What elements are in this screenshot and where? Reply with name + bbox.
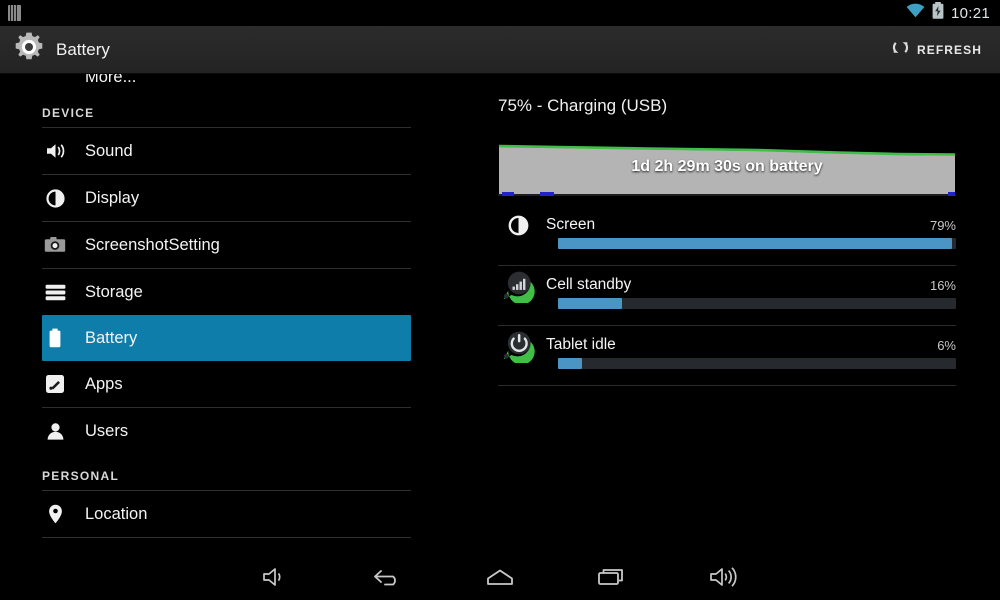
recents-icon[interactable]	[556, 554, 668, 600]
sidebar-item-battery[interactable]: Battery	[42, 315, 411, 361]
sdcard-icon	[8, 5, 21, 21]
tablet-screen: 10:21 Battery REFRESH More... DEVICE Sou…	[0, 0, 1000, 600]
battery-content-pane: 75% - Charging (USB) 1d 2h 29m 30s on ba…	[430, 74, 1000, 554]
divider	[498, 385, 956, 386]
sidebar-item-label: Location	[85, 504, 148, 523]
refresh-icon	[891, 38, 910, 62]
battery-usage-list: Screen 79% Cell standby 16% Tablet idle …	[498, 206, 956, 386]
settings-gear-icon	[12, 30, 46, 69]
usage-bar-fill	[558, 238, 953, 249]
sidebar-section-device: DEVICE	[42, 106, 95, 120]
usage-bar-track	[558, 298, 956, 309]
action-bar: Battery REFRESH	[0, 26, 1000, 74]
sidebar-section-personal: PERSONAL	[42, 469, 120, 483]
sidebar-item-apps[interactable]: Apps	[42, 361, 411, 407]
battery-charging-icon	[932, 2, 944, 24]
sidebar-item-label: Storage	[85, 282, 143, 301]
sidebar-item-label: More...	[85, 74, 137, 86]
usage-row-cell-standby[interactable]: Cell standby 16%	[498, 266, 956, 326]
usage-row-header: Tablet idle 6%	[498, 326, 956, 363]
storage-icon	[42, 284, 68, 301]
sidebar-item-label: Sound	[85, 141, 133, 160]
status-bar: 10:21	[0, 0, 1000, 26]
usage-percent: 6%	[937, 337, 956, 353]
refresh-label: REFRESH	[916, 42, 982, 57]
battery-status-text: 75% - Charging (USB)	[498, 96, 668, 115]
sidebar-item-partial-next[interactable]	[42, 538, 411, 554]
usage-name: Screen	[546, 216, 596, 233]
sidebar-item-more[interactable]: More...	[42, 74, 430, 91]
usage-bar-fill	[558, 298, 622, 309]
sidebar-item-location[interactable]: Location	[42, 491, 411, 537]
sidebar-item-sound[interactable]: Sound	[42, 128, 411, 174]
location-pin-icon	[42, 504, 68, 524]
usage-row-screen[interactable]: Screen 79%	[498, 206, 956, 266]
usage-name: Cell standby	[546, 276, 632, 293]
sidebar-item-label: ScreenshotSetting	[85, 235, 220, 254]
status-bar-right: 10:21	[906, 2, 1000, 24]
status-bar-left	[0, 5, 21, 21]
battery-icon	[42, 328, 68, 348]
usage-percent: 16%	[929, 277, 956, 293]
sidebar-item-screenshotsetting[interactable]: ScreenshotSetting	[42, 222, 411, 268]
settings-sidebar[interactable]: More... DEVICE Sound Display ScreenshotS…	[0, 74, 430, 554]
sidebar-item-label: Display	[85, 188, 140, 207]
display-contrast-icon	[42, 188, 68, 208]
home-icon[interactable]	[444, 554, 556, 600]
sound-icon	[42, 142, 68, 160]
refresh-button[interactable]: REFRESH	[885, 33, 988, 67]
status-bar-clock: 10:21	[950, 4, 990, 22]
battery-chart-svg	[498, 136, 956, 198]
volume-up-icon[interactable]	[668, 554, 780, 600]
usage-row-header: Screen 79%	[498, 206, 956, 238]
sidebar-item-label: Battery	[85, 328, 138, 347]
usage-row-header: Cell standby 16%	[498, 266, 956, 303]
usage-name: Tablet idle	[546, 336, 616, 353]
wifi-icon	[906, 3, 925, 23]
cell-signal-icon	[498, 267, 538, 303]
sidebar-item-users[interactable]: Users	[42, 408, 411, 454]
sidebar-item-label: Apps	[85, 374, 123, 393]
sidebar-scroll-content: More... DEVICE Sound Display ScreenshotS…	[0, 74, 430, 554]
display-contrast-icon	[498, 215, 538, 236]
usage-row-tablet-idle[interactable]: Tablet idle 6%	[498, 326, 956, 386]
usage-bar-track	[558, 358, 956, 369]
usage-bar-track	[558, 238, 956, 249]
page-title: Battery	[56, 39, 110, 59]
volume-down-icon[interactable]	[220, 554, 332, 600]
system-navigation-bar	[0, 554, 1000, 600]
usage-bar-fill	[558, 358, 582, 369]
sidebar-item-label: Users	[85, 421, 129, 440]
battery-history-chart[interactable]: 1d 2h 29m 30s on battery	[498, 136, 956, 208]
usage-percent: 79%	[929, 217, 956, 233]
camera-icon	[42, 236, 68, 254]
sidebar-item-storage[interactable]: Storage	[42, 269, 411, 315]
apps-icon	[42, 374, 68, 394]
back-icon[interactable]	[332, 554, 444, 600]
sidebar-item-display[interactable]: Display	[42, 175, 411, 221]
power-idle-icon	[498, 327, 538, 363]
users-icon	[42, 422, 68, 441]
